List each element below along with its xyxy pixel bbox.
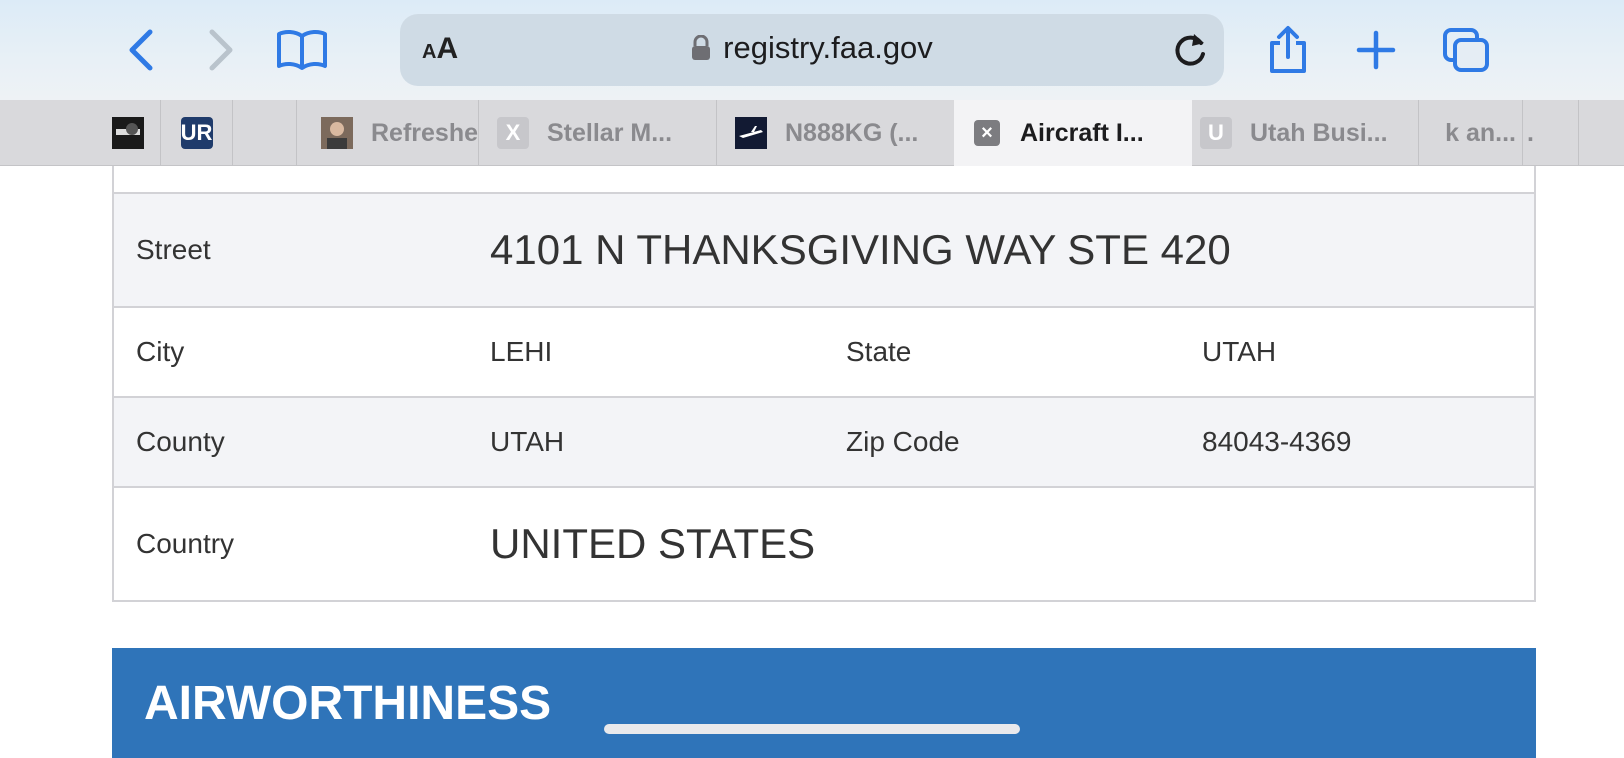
city-value: LEHI	[490, 336, 553, 367]
county-value: UTAH	[490, 426, 565, 457]
tab-item[interactable]: N888KG (...	[716, 100, 954, 166]
tab-item[interactable]	[96, 100, 160, 166]
tab-item[interactable]: UR	[160, 100, 232, 166]
x-letter-favicon-icon: X	[497, 117, 529, 149]
plus-icon	[1356, 30, 1396, 70]
section-title: AIRWORTHINESS	[144, 677, 552, 730]
country-value: UNITED STATES	[490, 520, 816, 567]
country-label: Country	[136, 528, 235, 559]
bookmarks-button[interactable]	[272, 20, 332, 80]
tab-label: Refreshe	[371, 118, 478, 147]
share-button[interactable]	[1258, 20, 1318, 80]
tab-item[interactable]	[1578, 100, 1624, 166]
tab-label: Stellar M...	[547, 118, 673, 147]
street-value: 4101 N THANKSGIVING WAY STE 420	[490, 226, 1231, 273]
table-row-county-zip: County UTAH Zip Code 84043-4369	[114, 396, 1534, 486]
table-row-city-state: City LEHI State UTAH	[114, 306, 1534, 396]
airworthiness-section-header: AIRWORTHINESS	[112, 648, 1536, 758]
url-display[interactable]: registry.faa.gov	[400, 30, 1224, 66]
tab-strip: UR Refreshe X Stellar M... N888KG (... ×…	[0, 100, 1624, 166]
tab-label: Aircraft I...	[1020, 118, 1144, 147]
url-text: registry.faa.gov	[723, 30, 933, 65]
lock-icon	[692, 35, 711, 60]
registrant-address-table: Street 4101 N THANKSGIVING WAY STE 420 C…	[112, 166, 1536, 602]
tab-label: Utah Busi...	[1250, 118, 1388, 147]
address-bar[interactable]: AA registry.faa.gov	[400, 14, 1224, 86]
chevron-right-icon	[209, 29, 233, 71]
ur-logo-icon: UR	[180, 117, 213, 149]
tab-label: N888KG (...	[785, 118, 919, 147]
reload-button[interactable]	[1170, 28, 1210, 77]
table-row-country: Country UNITED STATES	[114, 486, 1534, 600]
close-box-favicon-icon: ×	[974, 120, 1000, 146]
street-label: Street	[136, 234, 211, 265]
tabs-overview-button[interactable]	[1436, 20, 1496, 80]
reload-icon	[1175, 34, 1205, 66]
table-row-partial	[114, 166, 1534, 192]
tab-item[interactable]	[232, 100, 296, 166]
county-label: County	[136, 426, 225, 457]
share-icon	[1270, 26, 1306, 73]
zip-value: 84043-4369	[1202, 426, 1352, 457]
favicon-text: X	[505, 120, 521, 145]
table-row-street: Street 4101 N THANKSGIVING WAY STE 420	[114, 192, 1534, 306]
tab-item[interactable]: Refreshe	[296, 100, 478, 166]
forward-button[interactable]	[190, 20, 250, 80]
tab-item[interactable]: U Utah Busi...	[1192, 100, 1418, 166]
favicon-text: UR	[180, 120, 213, 145]
favicon-text: ×	[981, 121, 993, 144]
city-label: City	[136, 336, 185, 367]
browser-toolbar: AA registry.faa.gov	[0, 0, 1624, 100]
tab-label: k an...	[1445, 118, 1516, 147]
person-photo-favicon-icon	[321, 117, 353, 149]
new-tab-button[interactable]	[1346, 20, 1406, 80]
tab-item[interactable]: .	[1522, 100, 1578, 166]
favicon-text: U	[1208, 120, 1224, 145]
state-label: State	[846, 336, 912, 367]
tab-item[interactable]: k an...	[1418, 100, 1522, 166]
chevron-left-icon	[129, 29, 153, 71]
tab-active[interactable]: × Aircraft I...	[954, 100, 1192, 166]
book-icon	[277, 29, 327, 70]
u-letter-favicon-icon: U	[1200, 117, 1232, 149]
tab-label: .	[1527, 118, 1534, 147]
zip-label: Zip Code	[846, 426, 960, 457]
tab-item[interactable]: X Stellar M...	[478, 100, 716, 166]
tabs-icon	[1443, 28, 1489, 72]
home-indicator[interactable]	[604, 724, 1020, 734]
airplane-favicon-icon	[735, 117, 767, 149]
dark-photo-favicon-icon	[112, 117, 144, 149]
state-value: UTAH	[1202, 336, 1277, 367]
back-button[interactable]	[112, 20, 172, 80]
